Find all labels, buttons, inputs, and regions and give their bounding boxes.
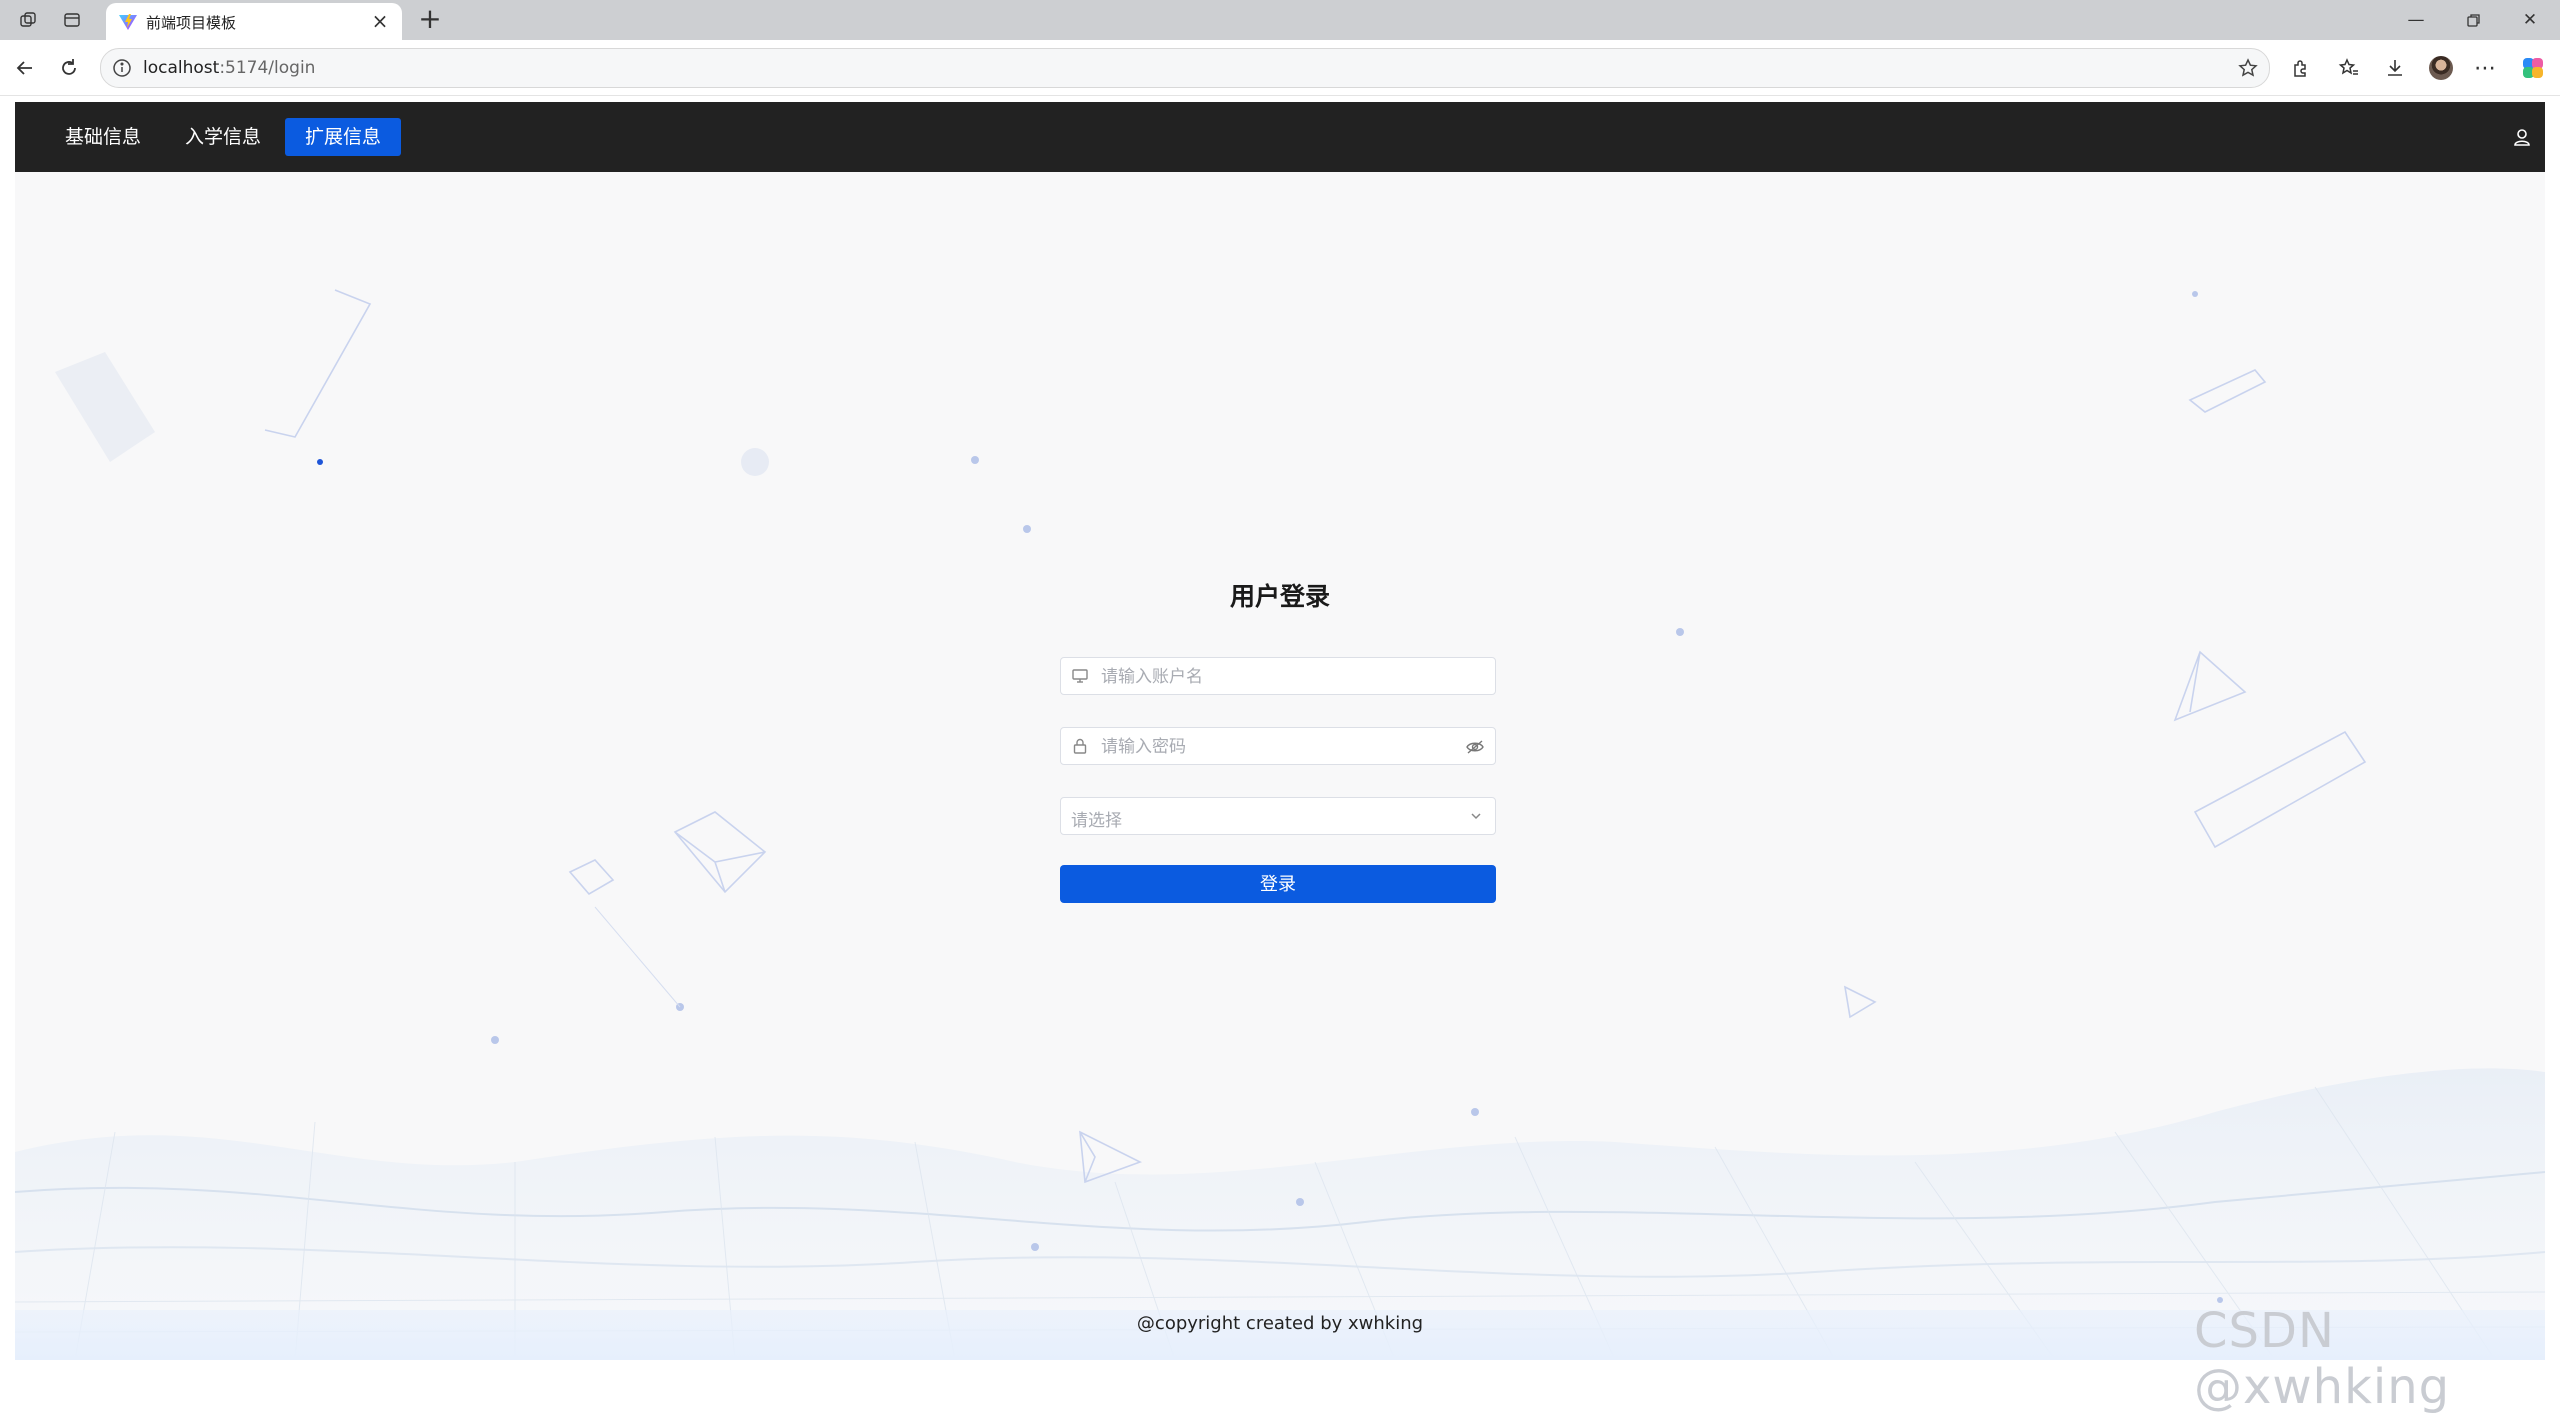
minimize-button[interactable]: —: [2396, 6, 2436, 34]
app-header: 基础信息 入学信息 扩展信息: [15, 102, 2545, 172]
site-info-icon[interactable]: [111, 57, 133, 79]
role-select[interactable]: 请选择: [1060, 797, 1496, 835]
user-icon[interactable]: [2511, 126, 2533, 148]
close-window-button[interactable]: ✕: [2510, 6, 2550, 34]
back-icon[interactable]: [10, 53, 40, 83]
browser-toolbar: localhost:5174/login ⋯: [0, 40, 2560, 96]
favorites-icon[interactable]: [2334, 53, 2364, 83]
hide-password-icon[interactable]: [1465, 737, 1485, 757]
footer-copyright: @copyright created by xwhking: [1136, 1313, 1424, 1334]
url-host: localhost: [143, 58, 220, 78]
menu-item-enrollment-info[interactable]: 入学信息: [165, 118, 281, 156]
address-bar[interactable]: localhost:5174/login: [100, 48, 2270, 88]
workspaces-icon[interactable]: [16, 8, 40, 32]
avatar-image: [2429, 56, 2453, 80]
csdn-watermark: CSDN @xwhking: [2194, 1303, 2451, 1415]
monitor-icon: [1072, 669, 1088, 683]
login-title: 用户登录: [1229, 582, 1330, 611]
favorite-star-icon[interactable]: [2237, 57, 2259, 79]
password-field[interactable]: [1060, 727, 1496, 766]
tab-close-icon[interactable]: ×: [368, 9, 392, 33]
url-text[interactable]: localhost:5174/login: [143, 58, 315, 78]
menu-item-basic-info[interactable]: 基础信息: [45, 118, 161, 156]
url-path: :5174/login: [219, 58, 316, 78]
username-field[interactable]: [1060, 657, 1496, 696]
reload-icon[interactable]: [54, 53, 84, 83]
background-decoration: [15, 289, 2545, 1360]
profile-avatar[interactable]: [2426, 53, 2456, 83]
new-tab-button[interactable]: +: [414, 4, 446, 36]
page-viewport: 基础信息 入学信息 扩展信息 用户登录 请选择 登录 @copyright cr…: [15, 102, 2545, 1360]
window-bottom-edge: [0, 1360, 2560, 1380]
more-menu-icon[interactable]: ⋯: [2470, 53, 2500, 83]
chevron-down-icon: [1471, 813, 1481, 820]
password-input[interactable]: [1099, 728, 1463, 766]
browser-titlebar: 前端项目模板 × + — ✕: [0, 0, 2560, 40]
browser-tab[interactable]: 前端项目模板 ×: [106, 3, 402, 40]
menu-item-extended-info[interactable]: 扩展信息: [285, 118, 402, 156]
login-button[interactable]: 登录: [1060, 865, 1496, 903]
select-placeholder: 请选择: [1071, 811, 1122, 831]
downloads-icon[interactable]: [2380, 53, 2410, 83]
copilot-icon[interactable]: [2518, 53, 2548, 83]
tab-title: 前端项目模板: [146, 14, 237, 32]
extensions-icon[interactable]: [2286, 53, 2316, 83]
vite-logo-icon: [119, 14, 137, 30]
username-input[interactable]: [1099, 658, 1463, 696]
restore-button[interactable]: [2454, 6, 2494, 34]
lock-icon: [1073, 738, 1087, 754]
tab-actions-icon[interactable]: [60, 8, 84, 32]
